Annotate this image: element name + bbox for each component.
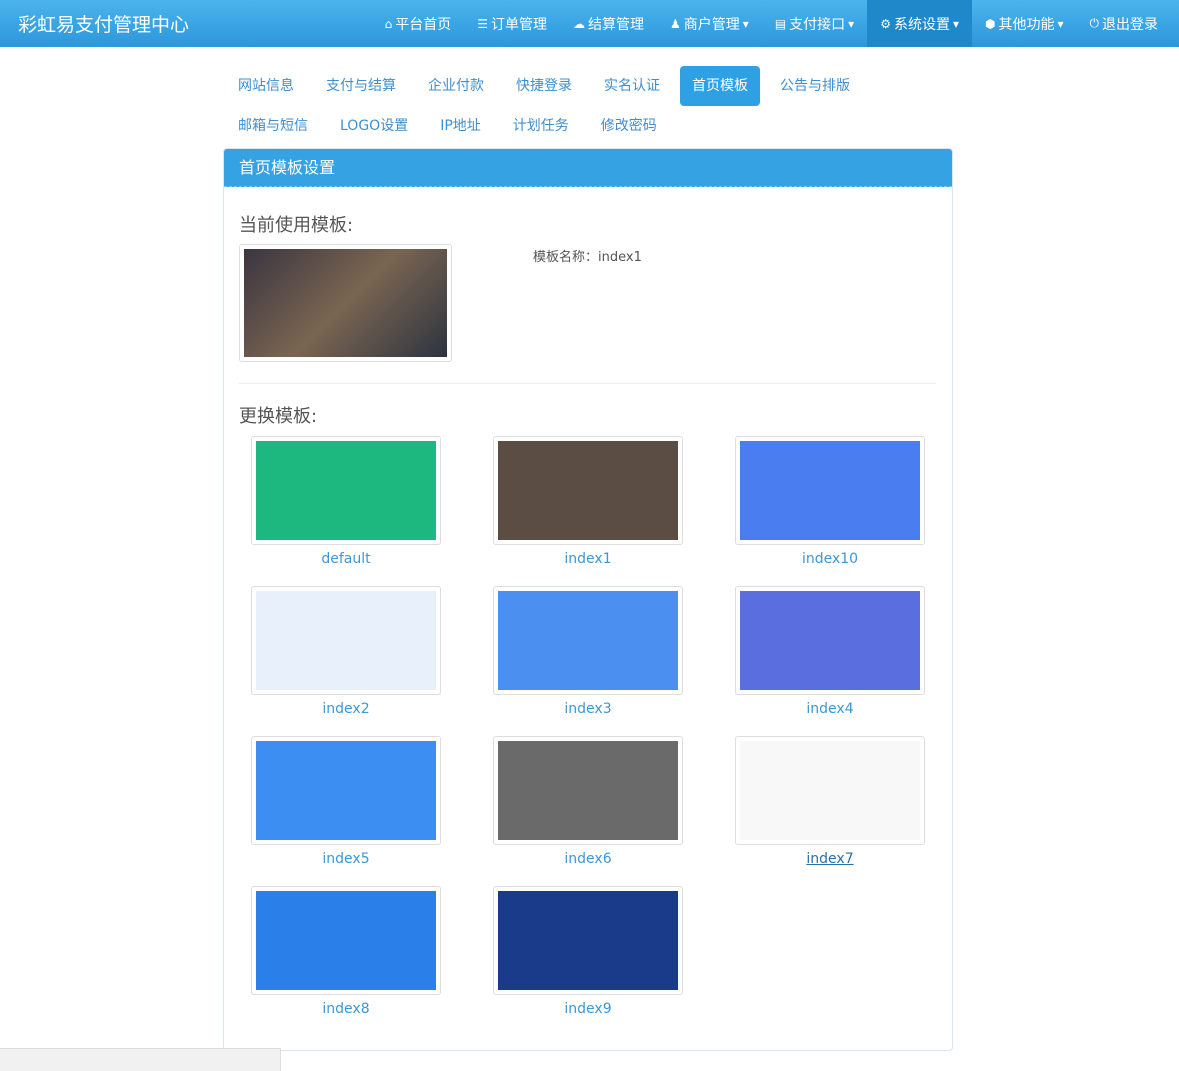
template-option[interactable]: index6	[468, 736, 708, 867]
template-name-link[interactable]: index8	[226, 1001, 466, 1017]
tab-tabs_row2-4[interactable]: 修改密码	[589, 106, 669, 146]
template-thumbnail[interactable]	[493, 586, 683, 695]
current-template-name: 模板名称：index1	[533, 250, 642, 265]
nav-label: 平台首页	[395, 16, 452, 33]
settings-tabs: 网站信息 支付与结算 企业付款 快捷登录 实名认证 首页模板 公告与排版 邮箱与短信 LOGO…	[226, 66, 926, 146]
nav-item-5[interactable]: ⚙ 系统设置 ▾	[867, 0, 972, 47]
template-name-link[interactable]: index1	[468, 551, 708, 567]
tab-tabs_row2-0[interactable]: 邮箱与短信	[226, 106, 320, 146]
tab-tabs_row1-1[interactable]: 支付与结算	[314, 66, 408, 106]
nav-label: 系统设置	[893, 16, 950, 33]
template-thumbnail[interactable]	[735, 736, 925, 845]
user-icon: ♟	[670, 16, 681, 31]
template-option[interactable]: index10	[710, 436, 950, 567]
tab-tabs_row1-3[interactable]: 快捷登录	[504, 66, 584, 106]
template-option[interactable]: index8	[226, 886, 466, 1017]
tab-tabs_row2-2[interactable]: IP地址	[428, 106, 493, 146]
tab-tabs_row2-1[interactable]: LOGO设置	[328, 106, 420, 146]
template-name-link[interactable]: index10	[710, 551, 950, 567]
template-name-link[interactable]: index3	[468, 701, 708, 717]
template-name-link[interactable]: index2	[226, 701, 466, 717]
template-option[interactable]: index7	[710, 736, 950, 867]
caret-down-icon: ▾	[952, 16, 959, 31]
home-icon: ⌂	[384, 16, 393, 31]
template-thumbnail[interactable]	[493, 736, 683, 845]
template-thumbnail[interactable]	[735, 586, 925, 695]
template-thumbnail[interactable]	[493, 436, 683, 545]
nav-label: 退出登录	[1102, 16, 1158, 33]
nav-item-2[interactable]: ☁ 结算管理	[560, 0, 657, 47]
nav-item-7[interactable]: ⏻ 退出登录	[1077, 0, 1172, 47]
template-name-link[interactable]: index5	[226, 851, 466, 867]
tab-tabs_row1-2[interactable]: 企业付款	[416, 66, 496, 106]
tab-tabs_row1-0[interactable]: 网站信息	[226, 66, 306, 106]
nav-label: 结算管理	[588, 16, 645, 33]
template-name-link[interactable]: index6	[468, 851, 708, 867]
nav-item-3[interactable]: ♟ 商户管理 ▾	[657, 0, 762, 47]
list-icon: ☰	[477, 16, 489, 31]
nav-item-0[interactable]: ⌂ 平台首页	[372, 0, 465, 47]
nav-menu: ⌂ 平台首页 ☰ 订单管理 ☁ 结算管理 ♟ 商户管理 ▾ ▤ 支付接口 ▾ ⚙ 系统设置 ▾ ⬢ 其他功能 ▾ ⏻…	[372, 0, 1171, 47]
cloud-icon: ☁	[573, 16, 586, 31]
current-template-thumbnail	[239, 244, 452, 362]
caret-down-icon: ▾	[1057, 16, 1064, 31]
nav-item-1[interactable]: ☰ 订单管理	[464, 0, 560, 47]
horizontal-scrollbar[interactable]	[0, 1048, 281, 1071]
divider	[239, 383, 936, 384]
template-thumbnail[interactable]	[735, 436, 925, 545]
template-settings-panel: 首页模板设置 当前使用模板: 模板名称：index1 更换模板: default…	[223, 148, 953, 1051]
tab-tabs_row1-4[interactable]: 实名认证	[592, 66, 672, 106]
caret-down-icon: ▾	[848, 16, 855, 31]
gear-icon: ⚙	[880, 16, 891, 31]
template-thumbnail[interactable]	[251, 886, 441, 995]
change-template-heading: 更换模板:	[239, 406, 318, 427]
template-name-link[interactable]: index9	[468, 1001, 708, 1017]
tab-tabs_row1-6[interactable]: 公告与排版	[768, 66, 862, 106]
credit-card-icon: ▤	[774, 16, 787, 31]
tab-tabs_row1-5[interactable]: 首页模板	[680, 66, 760, 106]
nav-item-6[interactable]: ⬢ 其他功能 ▾	[972, 0, 1077, 47]
template-option[interactable]: index9	[468, 886, 708, 1017]
template-option[interactable]: index1	[468, 436, 708, 567]
nav-label: 订单管理	[491, 16, 548, 33]
template-option[interactable]: index5	[226, 736, 466, 867]
panel-title: 首页模板设置	[224, 149, 952, 187]
nav-label: 其他功能	[998, 16, 1055, 33]
current-template-heading: 当前使用模板:	[239, 215, 354, 236]
nav-item-4[interactable]: ▤ 支付接口 ▾	[762, 0, 867, 47]
template-thumbnail[interactable]	[251, 436, 441, 545]
template-option[interactable]: index2	[226, 586, 466, 717]
template-option[interactable]: default	[226, 436, 466, 567]
template-name-link[interactable]: default	[226, 551, 466, 567]
template-thumbnail[interactable]	[251, 586, 441, 695]
template-name-link[interactable]: index4	[710, 701, 950, 717]
template-option[interactable]: index3	[468, 586, 708, 717]
top-navbar: 彩虹易支付管理中心 ⌂ 平台首页 ☰ 订单管理 ☁ 结算管理 ♟ 商户管理 ▾ ▤ 支付接口 ▾ ⚙ 系统…	[0, 0, 1179, 47]
template-option[interactable]: index4	[710, 586, 950, 717]
cube-icon: ⬢	[984, 16, 996, 31]
tab-tabs_row2-3[interactable]: 计划任务	[501, 106, 581, 146]
template-name-link[interactable]: index7	[710, 851, 950, 867]
nav-label: 支付接口	[789, 16, 846, 33]
power-icon: ⏻	[1089, 16, 1100, 30]
caret-down-icon: ▾	[742, 16, 749, 31]
brand-title[interactable]: 彩虹易支付管理中心	[18, 10, 189, 37]
template-thumbnail[interactable]	[251, 736, 441, 845]
nav-label: 商户管理	[683, 16, 740, 33]
template-thumbnail[interactable]	[493, 886, 683, 995]
